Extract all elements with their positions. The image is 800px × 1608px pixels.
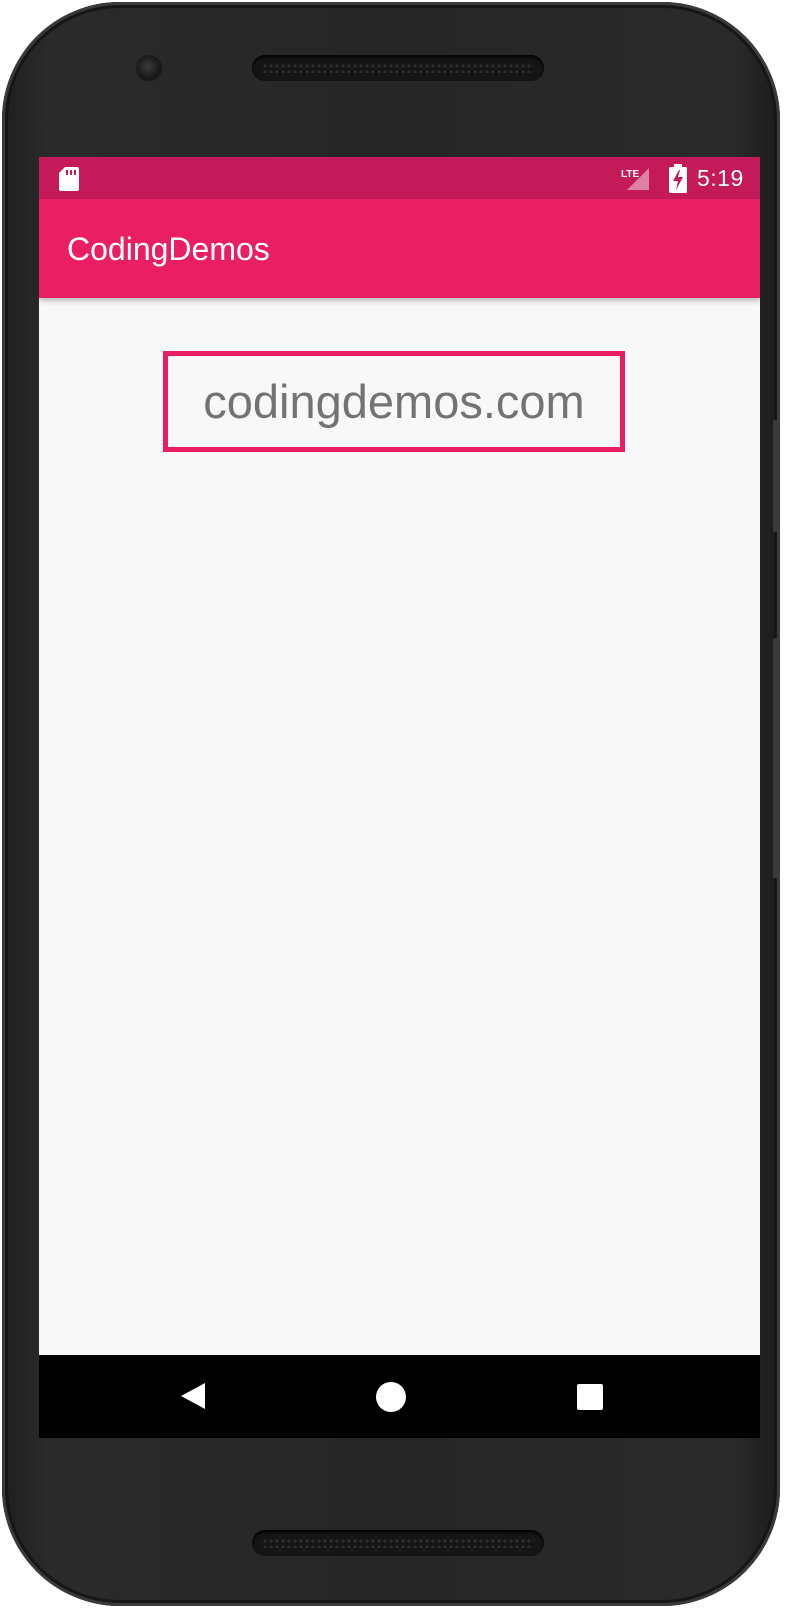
recents-square-icon[interactable]	[577, 1384, 603, 1410]
navigation-bar	[39, 1355, 760, 1438]
phone-frame: LTE 5:19 CodingDemos codingdemos.com	[2, 2, 780, 1606]
bottom-speaker-grille	[252, 1530, 544, 1556]
top-speaker-grille	[252, 55, 544, 81]
main-content: codingdemos.com	[39, 298, 760, 1355]
device-screen: LTE 5:19 CodingDemos codingdemos.com	[39, 157, 760, 1438]
lte-label: LTE	[621, 169, 639, 180]
app-toolbar: CodingDemos	[39, 199, 760, 298]
volume-rocker[interactable]	[773, 638, 780, 878]
back-triangle-icon[interactable]	[179, 1381, 207, 1411]
status-clock: 5:19	[697, 165, 744, 191]
power-button[interactable]	[773, 420, 780, 532]
home-circle-icon[interactable]	[376, 1382, 406, 1412]
app-title: CodingDemos	[67, 231, 270, 267]
sd-card-icon	[59, 167, 79, 191]
front-camera	[136, 55, 162, 81]
status-bar: LTE 5:19	[39, 157, 760, 199]
website-link-box[interactable]: codingdemos.com	[163, 351, 625, 452]
battery-charging-icon	[669, 164, 687, 193]
website-link-text[interactable]: codingdemos.com	[203, 374, 584, 429]
lte-signal-icon: LTE	[621, 168, 649, 190]
